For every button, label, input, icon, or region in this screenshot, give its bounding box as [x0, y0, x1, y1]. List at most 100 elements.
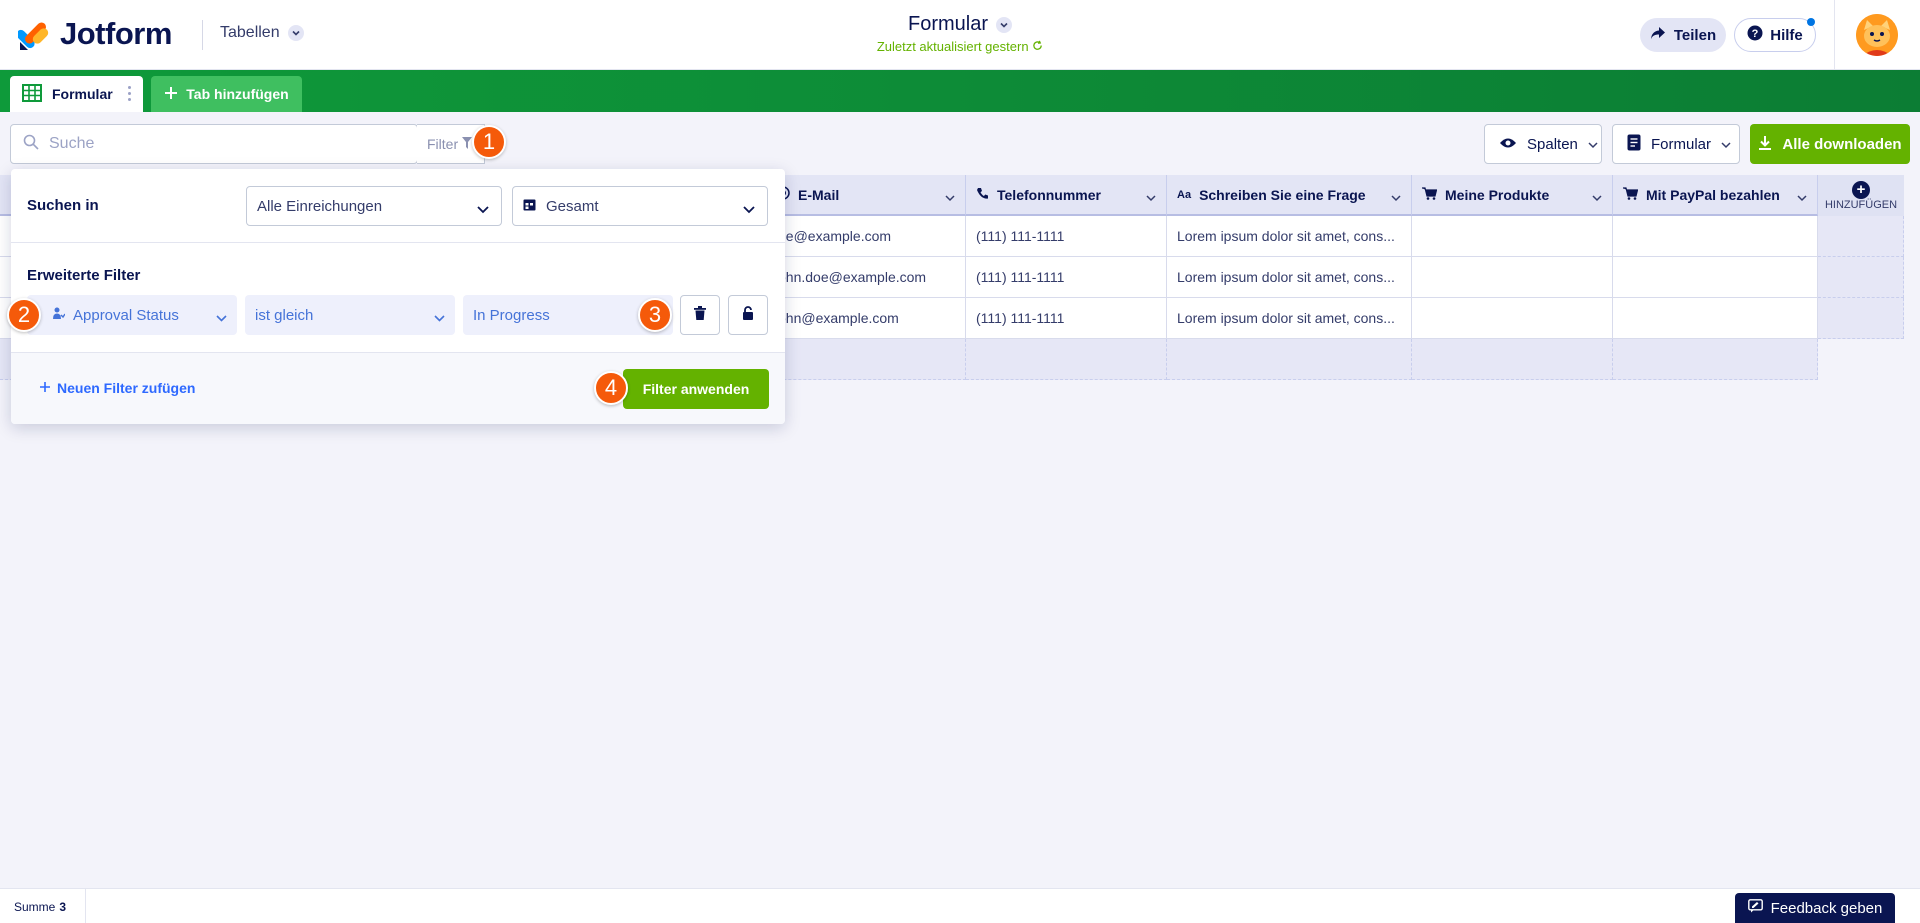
- question-icon: ?: [1747, 25, 1763, 45]
- add-column-cell: [1818, 216, 1904, 257]
- filter-label: Filter: [427, 136, 459, 152]
- form-label: Formular: [1651, 135, 1712, 153]
- cell-email[interactable]: ohn.doe@example.com: [776, 257, 966, 298]
- add-column-label: HINZUFÜGEN: [1824, 198, 1898, 211]
- filter-operator-select[interactable]: ist gleich: [245, 295, 455, 335]
- filter-panel: Suchen in Alle Einreichungen Gesamt Erwe…: [11, 169, 785, 424]
- download-icon: [1758, 135, 1772, 154]
- cell-email[interactable]: ohn@example.com: [776, 298, 966, 339]
- avatar[interactable]: [1856, 14, 1898, 56]
- more-vertical-icon[interactable]: [128, 86, 131, 101]
- notification-dot: [1807, 18, 1815, 26]
- user-status-icon: [53, 307, 66, 324]
- apply-filter-button[interactable]: Filter anwenden: [623, 369, 769, 409]
- date-range-select[interactable]: Gesamt: [512, 186, 768, 226]
- search-in-label: Suchen in: [27, 197, 99, 214]
- cart-icon: [1623, 186, 1639, 203]
- share-button[interactable]: Teilen: [1640, 18, 1726, 52]
- column-header-email[interactable]: E-Mail: [776, 175, 966, 216]
- text-icon: Aa: [1177, 188, 1192, 201]
- help-button[interactable]: ? Hilfe: [1734, 18, 1816, 52]
- cell-phone[interactable]: (111) 111-1111: [966, 298, 1167, 339]
- columns-label: Spalten: [1527, 135, 1578, 153]
- filter-icon: [462, 136, 473, 152]
- chevron-down-icon[interactable]: [1391, 189, 1401, 205]
- filter-field-select[interactable]: Approval Status: [27, 295, 237, 335]
- cell-question[interactable]: Lorem ipsum dolor sit amet, cons...: [1167, 257, 1412, 298]
- chevron-down-icon: [1721, 136, 1731, 153]
- cell-email[interactable]: ne@example.com: [776, 216, 966, 257]
- add-tab-button[interactable]: Tab hinzufügen: [151, 76, 302, 112]
- filter-field-value: Approval Status: [73, 306, 179, 324]
- plus-icon: [164, 86, 178, 103]
- chevron-down-icon[interactable]: [1797, 189, 1807, 205]
- filter-condition-value: In Progress: [473, 306, 550, 324]
- column-header-phone[interactable]: Telefonnummer: [966, 175, 1167, 216]
- feedback-button[interactable]: Feedback geben: [1735, 893, 1895, 923]
- chevron-down-icon[interactable]: [1146, 189, 1156, 205]
- column-label: E-Mail: [798, 186, 840, 203]
- new-row-cell[interactable]: [1412, 339, 1613, 380]
- new-row-cell[interactable]: [966, 339, 1167, 380]
- cell-products[interactable]: [1412, 298, 1613, 339]
- columns-button[interactable]: Spalten: [1484, 124, 1602, 164]
- delete-filter-button[interactable]: [680, 295, 720, 335]
- download-all-button[interactable]: Alle downloaden: [1750, 124, 1910, 164]
- chevron-down-icon: [477, 201, 489, 218]
- tab-label: Formular: [52, 86, 113, 102]
- cell-paypal[interactable]: [1613, 216, 1818, 257]
- search-scope-row: Suchen in Alle Einreichungen Gesamt: [11, 169, 785, 243]
- scope-value: Alle Einreichungen: [257, 197, 383, 215]
- column-label: Schreiben Sie eine Frage: [1199, 186, 1366, 203]
- search-input[interactable]: Suche: [10, 124, 418, 164]
- help-label: Hilfe: [1770, 26, 1803, 44]
- new-row-cell[interactable]: [1613, 339, 1818, 380]
- chevron-down-icon[interactable]: [945, 189, 955, 205]
- page-title-block: Formular Zuletzt aktualisiert gestern: [0, 13, 1920, 54]
- cell-paypal[interactable]: [1613, 257, 1818, 298]
- date-value: Gesamt: [546, 197, 599, 215]
- tab-formular[interactable]: Formular: [10, 76, 143, 112]
- add-filter-link[interactable]: Neuen Filter zufügen: [39, 380, 195, 396]
- unlock-icon: [742, 305, 754, 325]
- advanced-filter-row: Erweiterte Filter Approval Status ist gl…: [11, 243, 785, 353]
- add-column-cell: [1818, 298, 1904, 339]
- scope-select[interactable]: Alle Einreichungen: [246, 186, 502, 226]
- share-label: Teilen: [1673, 26, 1717, 44]
- column-label: Meine Produkte: [1445, 186, 1550, 203]
- search-icon: [23, 134, 39, 155]
- form-select-button[interactable]: Formular: [1612, 124, 1740, 164]
- document-icon: [1627, 134, 1641, 155]
- step-badge-4: 4: [594, 371, 628, 405]
- cell-question[interactable]: Lorem ipsum dolor sit amet, cons...: [1167, 216, 1412, 257]
- cell-phone[interactable]: (111) 111-1111: [966, 257, 1167, 298]
- column-label: Mit PayPal bezahlen: [1646, 186, 1780, 203]
- cell-products[interactable]: [1412, 257, 1613, 298]
- tab-bar: Formular Tab hinzufügen: [0, 70, 1920, 112]
- chevron-down-icon: [743, 201, 755, 218]
- plus-icon: +: [1852, 180, 1870, 199]
- feedback-icon: [1747, 899, 1763, 917]
- column-header-paypal[interactable]: Mit PayPal bezahlen: [1613, 175, 1818, 216]
- column-header-products[interactable]: Meine Produkte: [1412, 175, 1613, 216]
- column-label: Telefonnummer: [997, 186, 1101, 203]
- lock-filter-button[interactable]: [728, 295, 768, 335]
- chevron-down-icon[interactable]: [1592, 189, 1602, 205]
- cell-phone[interactable]: (111) 111-1111: [966, 216, 1167, 257]
- trash-icon: [694, 305, 706, 325]
- new-row-cell[interactable]: [1167, 339, 1412, 380]
- column-header-question[interactable]: Aa Schreiben Sie eine Frage: [1167, 175, 1412, 216]
- advanced-filters-heading: Erweiterte Filter: [27, 267, 141, 284]
- cell-products[interactable]: [1412, 216, 1613, 257]
- eye-icon: [1499, 136, 1517, 153]
- refresh-icon[interactable]: [1032, 39, 1043, 54]
- plus-icon: [39, 380, 51, 396]
- download-label: Alle downloaden: [1782, 135, 1902, 153]
- cell-question[interactable]: Lorem ipsum dolor sit amet, cons...: [1167, 298, 1412, 339]
- svg-text:?: ?: [1752, 28, 1759, 40]
- sum-label: Summe: [14, 899, 56, 914]
- add-column-button[interactable]: + HINZUFÜGEN: [1818, 175, 1904, 216]
- top-bar: Jotform Tabellen Formular Zuletzt aktual…: [0, 0, 1920, 70]
- form-title[interactable]: Formular: [908, 13, 1012, 36]
- cell-paypal[interactable]: [1613, 298, 1818, 339]
